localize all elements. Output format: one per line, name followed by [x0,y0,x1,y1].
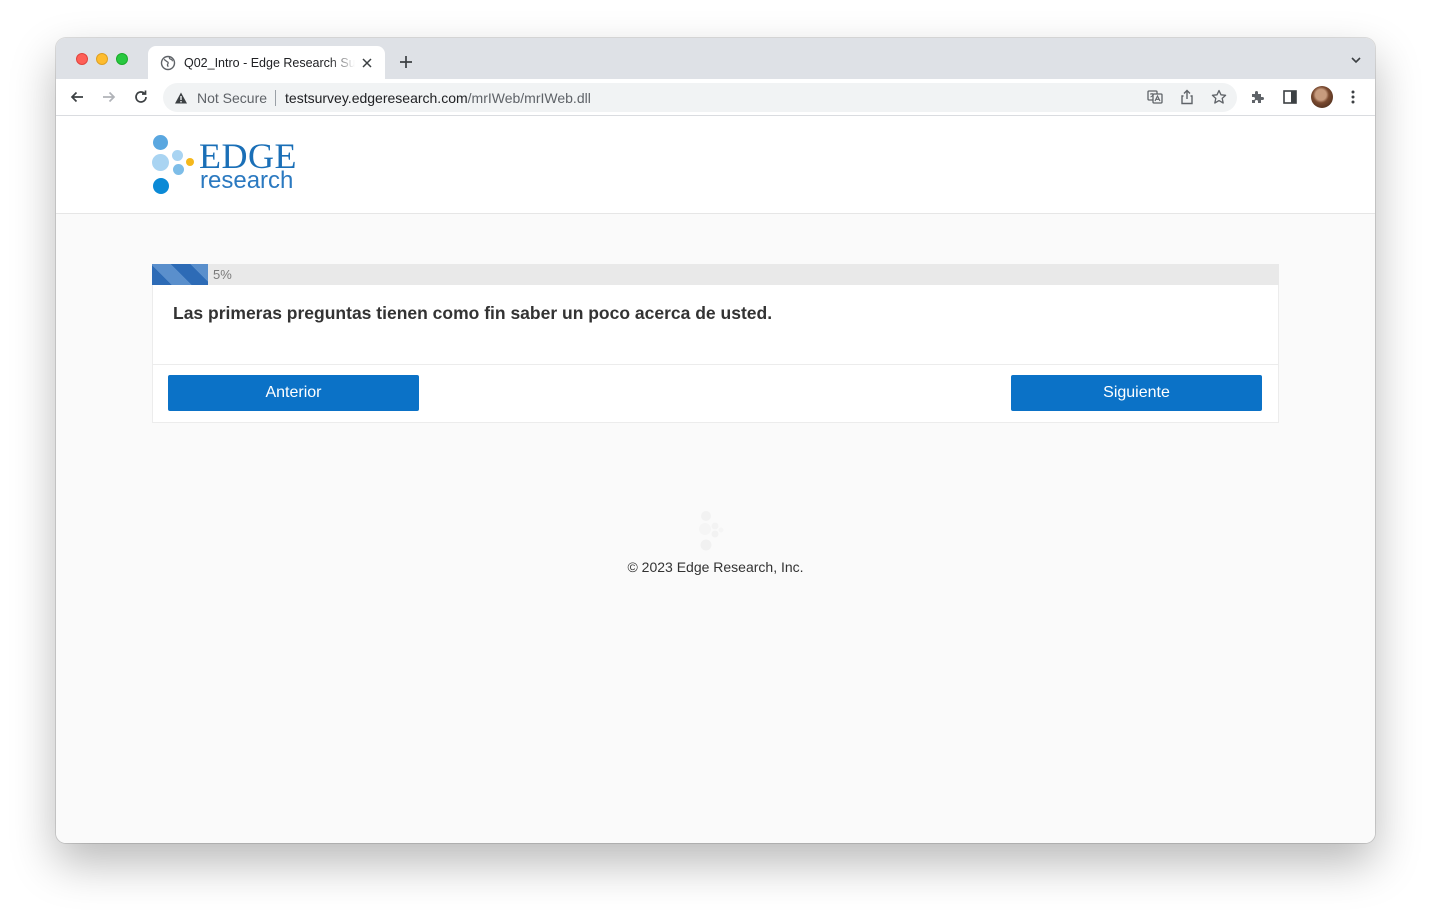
new-tab-button[interactable] [396,52,416,72]
bookmark-button[interactable] [1210,88,1228,106]
logo-dot [152,154,169,171]
logo-dot [153,178,169,194]
warning-icon [175,92,187,103]
next-button[interactable]: Siguiente [1011,375,1262,411]
browser-menu-button[interactable] [1343,87,1363,107]
share-icon [1181,89,1193,105]
progress-bar-fill [152,264,208,285]
close-window-button[interactable] [76,53,88,65]
progress-bar: 5% [152,264,1279,285]
tab-title: Q02_Intro - Edge Research Survey [184,55,355,70]
reload-icon [135,90,147,103]
side-panel-button[interactable] [1280,87,1300,107]
extensions-button[interactable] [1248,87,1268,107]
url-host: testsurvey.edgeresearch.com [285,89,468,106]
browser-window: Q02_Intro - Edge Research Survey Not Sec… [56,38,1375,843]
translate-button[interactable] [1146,88,1164,106]
copyright-text: © 2023 Edge Research, Inc. [627,559,804,575]
url-text[interactable]: testsurvey.edgeresearch.com/mrIWeb/mrIWe… [285,90,591,106]
address-bar[interactable]: Not Secure testsurvey.edgeresearch.com/m… [163,83,1237,112]
progress-label: 5% [213,267,232,282]
kebab-menu-icon [1351,90,1355,104]
reload-button[interactable] [131,87,151,107]
footer-logo-mark-icon [699,511,724,551]
previous-button[interactable]: Anterior [168,375,419,411]
survey-card: 5% Las primeras preguntas tienen como fi… [152,264,1279,423]
question-text: Las primeras preguntas tienen como fin s… [173,303,773,323]
minimize-window-button[interactable] [96,53,108,65]
arrow-left-icon [70,91,83,103]
security-indicator[interactable]: Not Secure [197,90,267,106]
address-separator [275,89,277,106]
arrow-right-icon [103,91,116,103]
url-path: /mrIWeb/mrIWeb.dll [467,89,591,106]
tab-close-icon[interactable] [359,55,375,71]
logo-dot [172,150,183,161]
edge-research-logo[interactable]: EDGE research [152,133,302,197]
logo-dot [186,158,194,166]
forward-button[interactable] [99,87,119,107]
site-header: EDGE research [56,116,1375,214]
star-icon [1211,89,1227,104]
tab-strip: Q02_Intro - Edge Research Survey [56,38,1375,79]
page-content: EDGE research 5% Las primeras preguntas … [56,116,1375,843]
profile-avatar[interactable] [1311,86,1333,108]
divider [153,364,1278,365]
maximize-window-button[interactable] [116,53,128,65]
share-button[interactable] [1178,88,1196,106]
logo-dot [153,135,168,150]
chevron-down-icon[interactable] [1349,53,1363,67]
plus-icon [400,56,412,68]
back-button[interactable] [67,87,87,107]
side-panel-icon [1283,90,1297,104]
translate-icon [1147,90,1163,104]
tab-active[interactable]: Q02_Intro - Edge Research Survey [148,46,385,79]
browser-toolbar: Not Secure testsurvey.edgeresearch.com/m… [56,79,1375,116]
globe-icon [160,55,176,70]
logo-dot [173,164,184,175]
logo-word-research: research [200,167,294,194]
puzzle-icon [1252,91,1264,103]
